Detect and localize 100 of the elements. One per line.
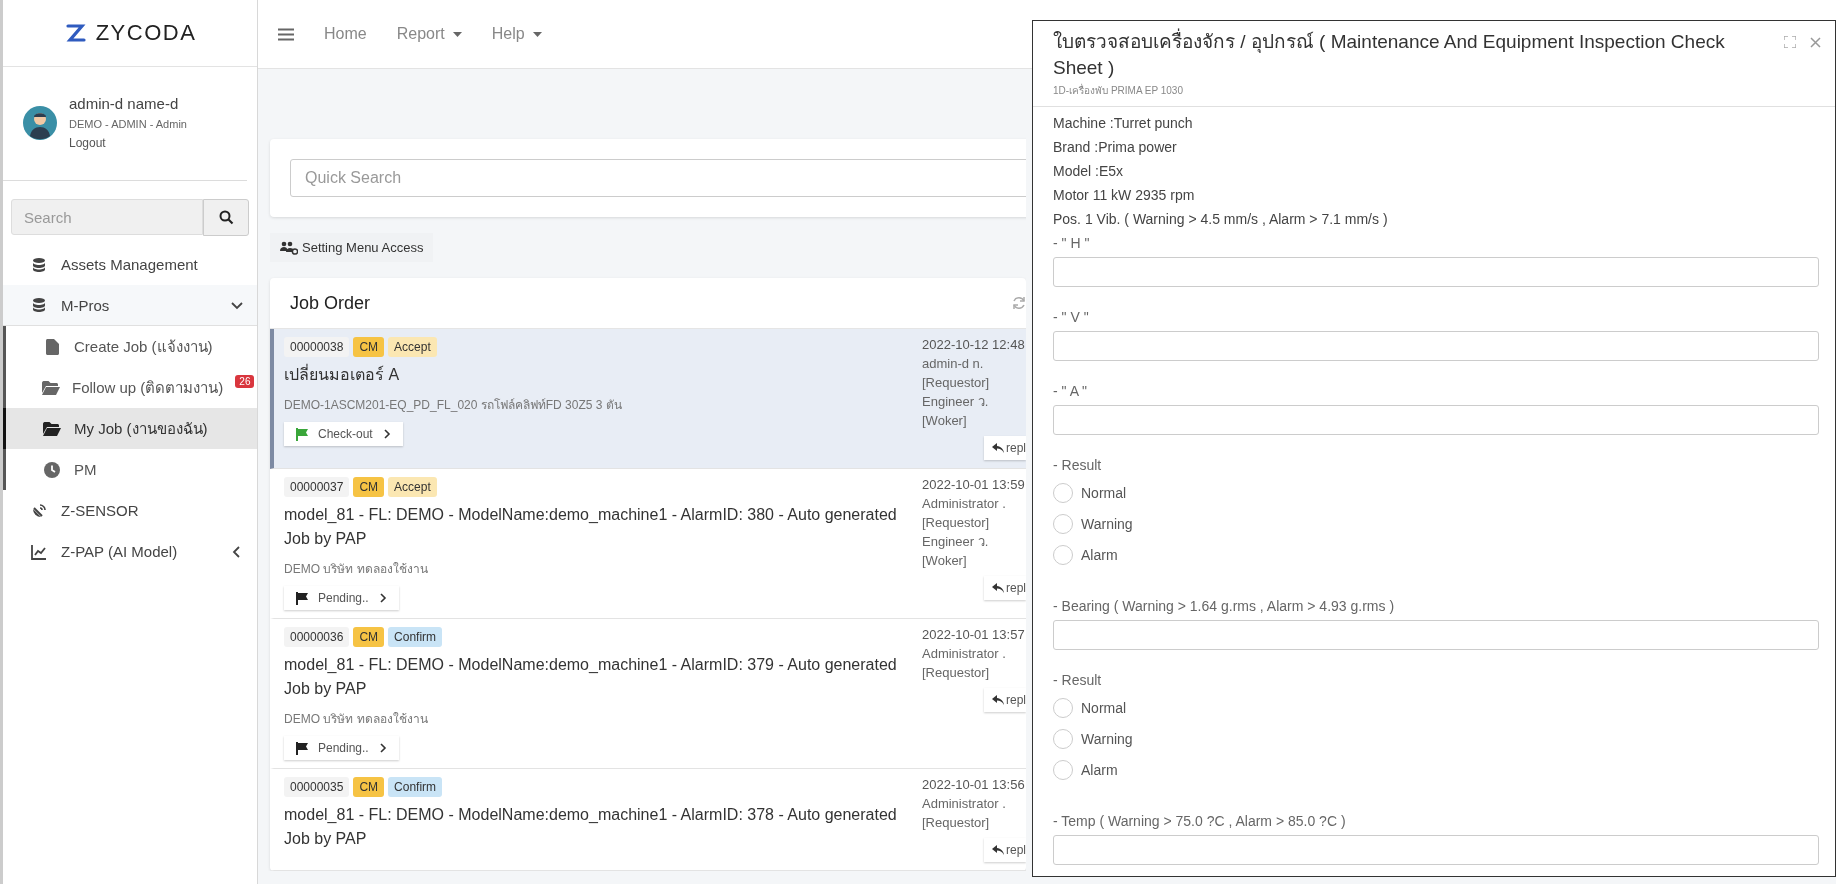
search-field[interactable]: Search — [11, 199, 203, 235]
person-text: Administrator . — [922, 495, 1007, 513]
radio-button[interactable] — [1053, 759, 1073, 780]
search-button[interactable] — [203, 199, 249, 236]
close-icon[interactable] — [1810, 36, 1821, 48]
sidebar-item[interactable]: My Job (งานของฉัน) — [3, 408, 257, 449]
chevron-left-icon — [231, 545, 243, 558]
job-title: เปลี่ยนมอเตอร์ A — [284, 363, 401, 385]
input-field[interactable] — [1053, 405, 1819, 435]
reply-icon — [992, 443, 1004, 453]
job-date: 2022-10-12 12:48 — [922, 336, 1026, 354]
person-text: admin-d n. — [922, 355, 985, 373]
quick-search-field[interactable]: Quick Search — [290, 159, 1026, 197]
reply-button[interactable]: repl — [984, 838, 1026, 862]
person-text: [Woker] — [922, 552, 968, 570]
person-text: Administrator . — [922, 645, 1007, 663]
job-date: 2022-10-01 13:59 — [922, 476, 1026, 494]
radio-button[interactable] — [1053, 697, 1073, 718]
database-icon — [31, 297, 47, 313]
status-button[interactable]: Pending.. — [284, 586, 399, 610]
input-field[interactable] — [1053, 257, 1819, 287]
sidebar-item[interactable]: M-Pros — [3, 285, 257, 326]
folder-icon — [43, 421, 61, 436]
person-text: Administrator . — [922, 795, 1007, 813]
info-text: Motor 11 kW 2935 rpm — [1053, 186, 1196, 205]
person-text: Engineer ว. — [922, 393, 990, 411]
field-label: - Result — [1053, 671, 1103, 690]
person-text: [Woker] — [922, 412, 968, 430]
search-icon — [218, 210, 234, 225]
setting-button[interactable]: Setting Menu Access — [270, 233, 434, 262]
dialog-subtitle: 1D-เครื่องพับ PRIMA EP 1030 — [1053, 83, 1184, 98]
card-title: Job Order — [290, 292, 372, 314]
status-badge: Confirm — [388, 777, 443, 797]
job-title: model_81 - FL: DEMO - ModelName:demo_machine1 - AlarmID: 378 - Auto generated Job by PAP — [284, 805, 898, 849]
field-label: - Result — [1053, 456, 1103, 475]
radio-button[interactable] — [1053, 482, 1073, 503]
reply-icon — [992, 583, 1004, 593]
type-badge: CM — [353, 627, 385, 647]
job-detail: DEMO บริษัท ทดลองใช้งาน — [284, 561, 429, 578]
field-label: - " A " — [1053, 382, 1089, 401]
clock-icon — [44, 461, 60, 478]
caret-icon — [452, 31, 462, 37]
nav-link[interactable]: Help — [491, 25, 542, 43]
radio-label: Normal — [1081, 699, 1127, 716]
field-label: - " V " — [1053, 308, 1090, 327]
job-row[interactable]: 00000035 CM Confirm model_81 - FL: DEMO - ModelName:demo_machine1 - AlarmID: 378 - Auto generated Job by PAP 2022-10-01 13:56 Administrator . [Requestor] repl — [270, 769, 1026, 871]
radio-button[interactable] — [1053, 513, 1073, 534]
info-text: Pos. 1 Vib. ( Warning > 4.5 mm/s , Alarm > 7.1 mm/s ) — [1053, 210, 1389, 229]
job-date: 2022-10-01 13:56 — [922, 776, 1026, 794]
status-badge: Accept — [388, 477, 437, 497]
radio-label: Warning — [1081, 515, 1133, 532]
logout-link[interactable]: Logout — [69, 136, 187, 150]
radio-button[interactable] — [1053, 728, 1073, 749]
field-label: - Bearing ( Warning > 1.64 g.rms , Alarm > 4.93 g.rms ) — [1053, 597, 1396, 616]
person-text: [Requestor] — [922, 814, 991, 832]
radio-label: Normal — [1081, 484, 1127, 501]
reply-button[interactable]: repl — [984, 436, 1026, 460]
chevron-down-icon — [231, 299, 243, 311]
sidebar-item[interactable]: Z-PAP (AI Model) — [3, 531, 257, 572]
job-id: 00000035 — [284, 777, 350, 797]
job-id: 00000036 — [284, 627, 350, 647]
avatar-icon — [23, 105, 57, 140]
users-icon — [280, 240, 298, 255]
job-detail: DEMO บริษัท ทดลองใช้งาน — [284, 711, 429, 728]
job-id: 00000038 — [284, 337, 350, 357]
reply-button[interactable]: repl — [984, 688, 1026, 712]
count-badge: 26 — [235, 375, 255, 388]
radio-button[interactable] — [1053, 544, 1073, 565]
nav-link[interactable]: Report — [396, 25, 462, 43]
reply-button[interactable]: repl — [984, 576, 1026, 600]
status-badge: Confirm — [388, 627, 443, 647]
dialog-title: ใบตรวจสอบเครื่องจักร / อุปกรณ์ ( Maintenance And Equipment Inspection Check Sheet ) — [1053, 29, 1774, 81]
menu-icon[interactable] — [278, 27, 294, 41]
status-button[interactable]: Pending.. — [284, 736, 399, 760]
sidebar-item[interactable]: Assets Management — [3, 244, 257, 285]
info-text: Machine :Turret punch — [1053, 114, 1194, 133]
status-button[interactable]: Check-out — [284, 422, 403, 446]
job-row[interactable]: 00000036 CM Confirm model_81 - FL: DEMO - ModelName:demo_machine1 - AlarmID: 379 - Auto generated Job by PAP DEMO บริษัท ทดลองใช้งาน Pending.. 2022-10-01 13:57 Administrator . [Requestor] repl — [270, 619, 1026, 769]
sidebar-item[interactable]: Follow up (ติดตามงาน) 26 — [6, 367, 257, 408]
folder-icon — [42, 380, 60, 395]
input-field[interactable] — [1053, 620, 1819, 650]
database-icon — [31, 256, 47, 273]
sidebar-item[interactable]: PM — [6, 449, 257, 490]
satellite-dish-icon — [31, 502, 47, 519]
nav-link[interactable]: Home — [324, 25, 367, 43]
input-field[interactable] — [1053, 835, 1819, 865]
person-text: [Requestor] — [922, 374, 991, 392]
job-row[interactable]: 00000038 CM Accept เปลี่ยนมอเตอร์ A DEMO-1ASCM201-EQ_PD_FL_020 รถโฟล์คลิฟท์FD 30Z5 3 ตัน Check-out 2022-10-12 12:48 admin-d n. [Requestor] Engineer ว. [Woker] repl — [270, 329, 1026, 469]
job-title: model_81 - FL: DEMO - ModelName:demo_machine1 - AlarmID: 379 - Auto generated Job by PAP — [284, 655, 898, 699]
user-name: admin-d name-d — [69, 95, 180, 112]
sidebar-item[interactable]: Z-SENSOR — [3, 490, 257, 531]
sidebar-item[interactable]: Create Job (แจ้งงาน) — [6, 326, 257, 367]
type-badge: CM — [353, 477, 385, 497]
info-text: Brand :Prima power — [1053, 138, 1178, 157]
person-text: Engineer ว. — [922, 533, 990, 551]
refresh-icon[interactable] — [1012, 296, 1026, 310]
person-text: [Requestor] — [922, 664, 991, 682]
expand-icon[interactable] — [1784, 36, 1796, 48]
user-role: DEMO - ADMIN - Admin — [69, 118, 187, 130]
input-field[interactable] — [1053, 331, 1819, 361]
